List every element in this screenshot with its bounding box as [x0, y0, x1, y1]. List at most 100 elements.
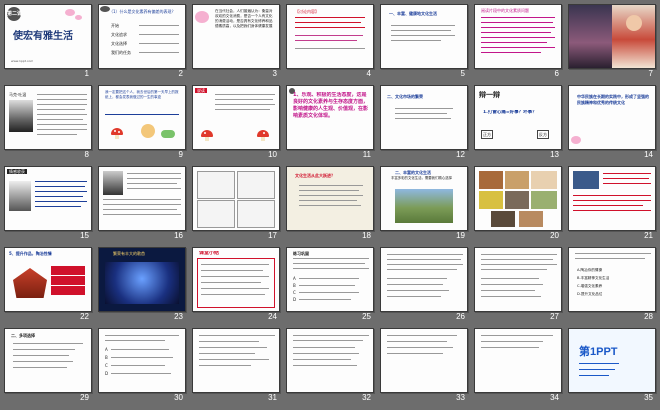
text-line	[37, 104, 87, 105]
slide-cell[interactable]: A.陶冶你的情操 B.丰富精神文化生活 C.增强文化素养 D.提升文化品位 28	[566, 245, 657, 326]
slide-thumbnail[interactable]: 阅读片段中的文化素质问题	[474, 4, 562, 69]
slide-number: 27	[550, 312, 559, 321]
slide-thumbnail[interactable]	[286, 328, 374, 393]
summary-box	[197, 258, 275, 308]
slide-thumbnail[interactable]: 二、文化市场的繁荣	[380, 85, 468, 150]
slide-cell[interactable]: 20	[472, 164, 563, 245]
slide-thumbnail[interactable]: 练习巩固 A B C D	[286, 247, 374, 312]
slide-number: 26	[456, 312, 465, 321]
slide-cell[interactable]: 阅读片段中的文化素质问题 6	[472, 2, 563, 83]
slide-cell[interactable]: 二、文化市场的繁荣 12	[378, 83, 469, 164]
debate-side-left: 正方	[481, 130, 493, 139]
text-line	[293, 340, 363, 341]
text-line	[111, 349, 169, 350]
slide-thumbnail[interactable]	[474, 328, 562, 393]
slide-thumbnail[interactable]	[474, 166, 562, 231]
slide-cell[interactable]: 繁荣有丰大的歌首 23	[96, 245, 187, 326]
slide-thumbnail[interactable]: A.陶冶你的情操 B.丰富精神文化生活 C.增强文化素养 D.提升文化品位	[568, 247, 656, 312]
slide-cell[interactable]: 27	[472, 245, 563, 326]
slide-cell[interactable]: 第二课 使宏有雅生活 www.1ppt.com 1	[2, 2, 93, 83]
slide-cell[interactable]: 一、丰富、健康地文化生活 5	[378, 2, 469, 83]
slide-cell[interactable]: 17	[190, 164, 281, 245]
slide-thumbnail[interactable]: 【讨论内容】	[286, 4, 374, 69]
slide-thumbnail[interactable]	[568, 4, 656, 69]
slide-thumbnail[interactable]: 辩一辩 1.打雷心痛=好事？坏事？ 正方 反方	[474, 85, 562, 150]
text-line	[35, 181, 87, 182]
slide-thumbnail[interactable]: 情感收获	[4, 166, 92, 231]
slide-thumbnail[interactable]: 二、多项选择	[4, 328, 92, 393]
slide-cell[interactable]: 31	[190, 326, 281, 407]
slide-thumbnail[interactable]	[192, 328, 280, 393]
text-line	[481, 42, 547, 43]
slide-footer: www.1ppt.com	[11, 59, 34, 63]
slide-thumbnail[interactable]: 我一定要把这个人，我去世后的第一天早上的报纸上，都会发表我做过的一生的事迹	[98, 85, 186, 150]
text-line	[37, 124, 87, 125]
slide-thumbnail[interactable]	[474, 247, 562, 312]
text-line	[127, 183, 177, 184]
slide-thumbnail[interactable]	[380, 328, 468, 393]
slide-thumbnail[interactable]: 第1PPT	[568, 328, 656, 393]
slide-thumbnail[interactable]: 中华民族在长期的实践中，形成了坚强的民族精神和优秀的传统文化	[568, 85, 656, 150]
text-line	[603, 178, 649, 179]
slide-thumbnail[interactable]	[568, 166, 656, 231]
slide-cell[interactable]: 情感收获 15	[2, 164, 93, 245]
slide-heading: 【讨论内容】	[295, 9, 319, 14]
slide-thumbnail[interactable]: 5、提升作品，陶冶性情	[4, 247, 92, 312]
text-line	[481, 259, 553, 260]
text-line	[13, 361, 73, 362]
slide-number: 18	[362, 231, 371, 240]
slide-thumbnail[interactable]	[98, 166, 186, 231]
slide-cell[interactable]: （1）什么是文化素养有偏差的表现？ 开始 文化追求 文化选择 我们的任务 2	[96, 2, 187, 83]
slide-cell[interactable]: 中华民族在长期的实践中，形成了坚强的民族精神和优秀的传统文化 14	[566, 83, 657, 164]
slide-cell[interactable]: 辩一辩 1.打雷心痛=好事？坏事？ 正方 反方 13	[472, 83, 563, 164]
slide-cell[interactable]: 21	[566, 164, 657, 245]
text-line	[391, 30, 451, 31]
slide-cell[interactable]: 33	[378, 326, 469, 407]
text-line	[481, 52, 541, 53]
slide-cell[interactable]: 16	[96, 164, 187, 245]
option-item: B	[293, 283, 296, 288]
slide-thumbnail[interactable]: 繁荣有丰大的歌首	[98, 247, 186, 312]
slide-thumbnail[interactable]: 文化生活从此大跃进？	[286, 166, 374, 231]
slide-thumbnail[interactable]: 在当代社会，人们普遍认为：衡量对欢欢的文化消费，是否一个人有文化的消费活动，是否…	[192, 4, 280, 69]
text-line	[293, 258, 369, 259]
slide-cell[interactable]: 34	[472, 326, 563, 407]
slide-cell[interactable]: 26	[378, 245, 469, 326]
slide-cell[interactable]: 【讨论内容】 4	[284, 2, 375, 83]
slide-cell[interactable]: 1、乐观、积极的生活态度，这是良好的文化素养与生存态度方面，影响健康的人生观、价…	[284, 83, 375, 164]
slide-cell[interactable]: 马克·吐温 8	[2, 83, 93, 164]
slide-cell[interactable]: 在当代社会，人们普遍认为：衡量对欢欢的文化消费，是否一个人有文化的消费活动，是否…	[190, 2, 281, 83]
slide-cell[interactable]: 课堂小结 24	[190, 245, 281, 326]
slide-thumbnail[interactable]: 课堂小结	[192, 247, 280, 312]
slide-cell[interactable]: 文化生活从此大跃进？ 18	[284, 164, 375, 245]
slide-cell[interactable]: 第1PPT 35	[566, 326, 657, 407]
text-line	[293, 359, 351, 360]
slide-thumbnail[interactable]: （1）什么是文化素养有偏差的表现？ 开始 文化追求 文化选择 我们的任务	[98, 4, 186, 69]
slide-thumbnail[interactable]: 二、丰富的文化生活 丰富多彩的文化生活，需要我们精心选择	[380, 166, 468, 231]
slide-cell[interactable]: 5、提升作品，陶冶性情 22	[2, 245, 93, 326]
slide-thumbnail[interactable]: 1、乐观、积极的生活态度，这是良好的文化素养与生存态度方面，影响健康的人生观、价…	[286, 85, 374, 150]
slide-thumbnail[interactable]	[192, 166, 280, 231]
slide-cell[interactable]: 说读 10	[190, 83, 281, 164]
slide-thumbnail[interactable]: 第二课 使宏有雅生活 www.1ppt.com	[4, 4, 92, 69]
text-line	[293, 335, 369, 336]
slide-cell[interactable]: 二、多项选择 29	[2, 326, 93, 407]
slide-cell[interactable]: 7	[566, 2, 657, 83]
slide-cell[interactable]: 我一定要把这个人，我去世后的第一天早上的报纸上，都会发表我做过的一生的事迹 9	[96, 83, 187, 164]
text-line	[481, 278, 539, 279]
slide-cell[interactable]: A B C D 30	[96, 326, 187, 407]
slide-cell[interactable]: 32	[284, 326, 375, 407]
slide-body: 阅读片段中的文化素质问题	[481, 8, 529, 13]
slide-thumbnail[interactable]: A B C D	[98, 328, 186, 393]
text-line	[575, 253, 651, 254]
portrait-photo	[103, 171, 123, 195]
slide-thumbnail[interactable]: 马克·吐温	[4, 85, 92, 150]
text-line	[481, 284, 543, 285]
slide-thumbnail[interactable]: 一、丰富、健康地文化生活	[380, 4, 468, 69]
text-line	[293, 347, 355, 348]
slide-cell[interactable]: 二、丰富的文化生活 丰富多彩的文化生活，需要我们精心选择 19	[378, 164, 469, 245]
slide-cell[interactable]: 练习巩固 A B C D 25	[284, 245, 375, 326]
slide-thumbnail[interactable]	[380, 247, 468, 312]
slide-thumbnail[interactable]: 说读	[192, 85, 280, 150]
sketch-panel	[237, 171, 275, 199]
